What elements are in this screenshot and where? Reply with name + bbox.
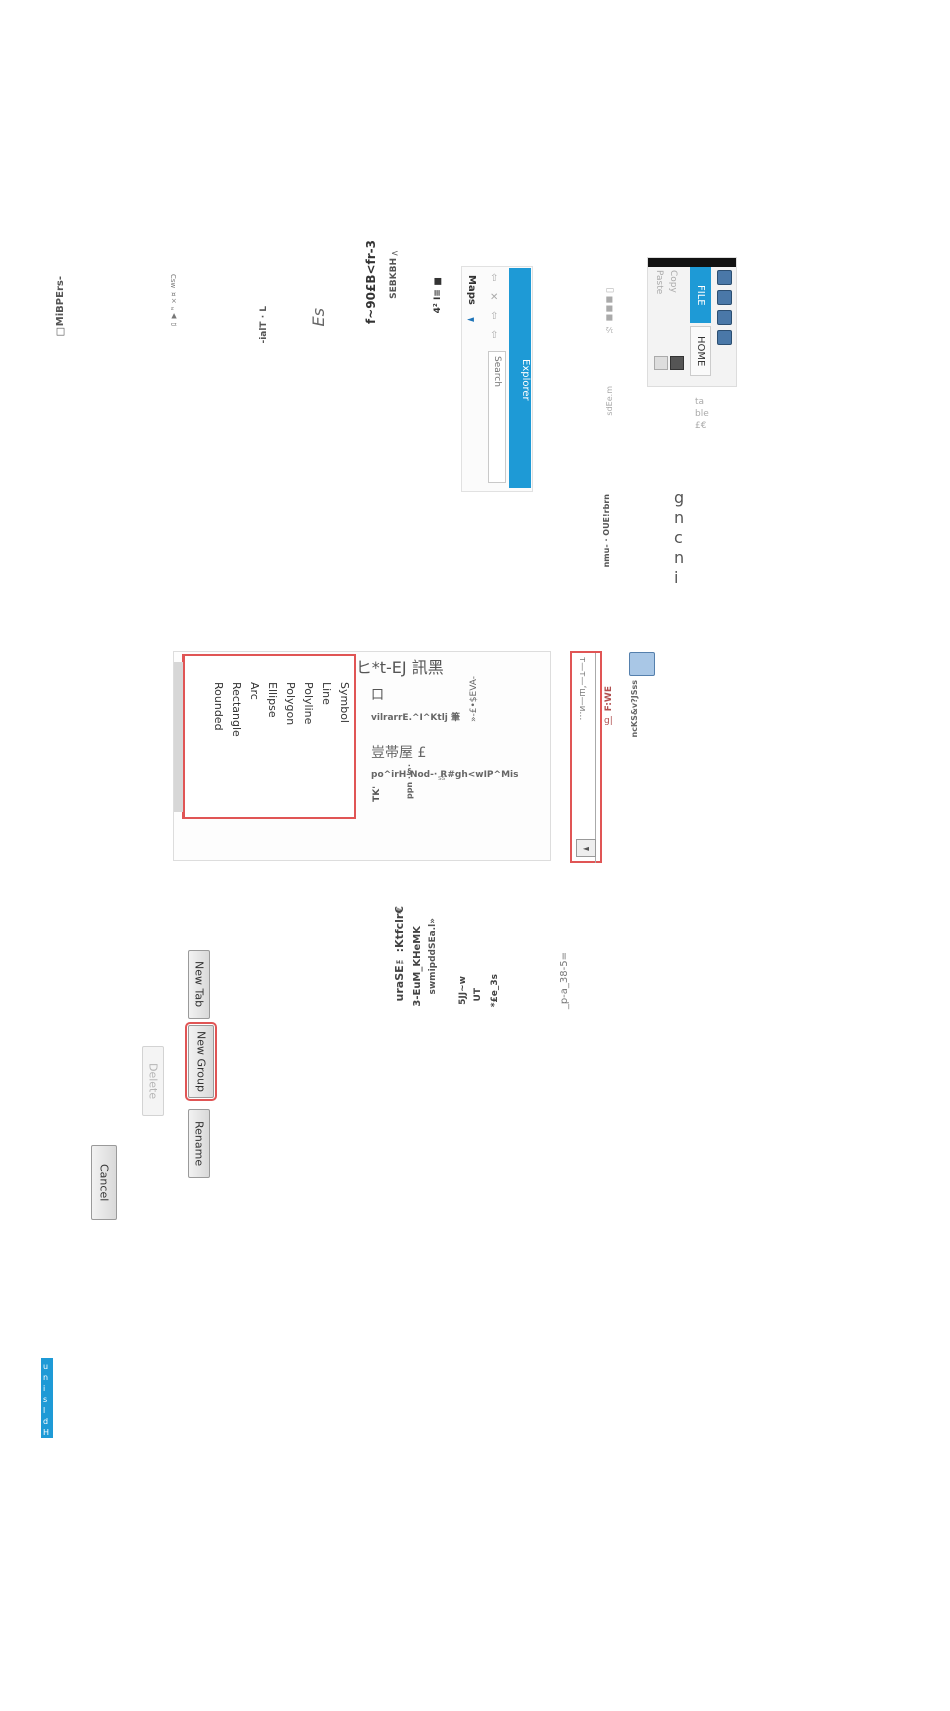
ribbon-app-icon[interactable] bbox=[716, 270, 732, 285]
nmu-label: nmu- · OUE!rbrn bbox=[602, 494, 611, 568]
list-item[interactable]: Rectangle bbox=[229, 682, 243, 792]
glyph-box: 口 bbox=[371, 688, 385, 703]
eum-label: 3-EuM_KHeMK bbox=[412, 926, 423, 1007]
ribbon-icon-column bbox=[714, 270, 734, 345]
f90-label: f~90£B<fr-3 bbox=[364, 240, 378, 324]
close-icon[interactable]: ✕ bbox=[490, 292, 498, 303]
right-list-box[interactable]: т—т—‘ш—и… ◄ bbox=[570, 651, 602, 863]
shape-panel: Cl□┴ 0ÞU ⅃ T 同 O ヒ*t-EJ 訊黑 Symbol Line P… bbox=[173, 651, 551, 861]
tab-home[interactable]: HOME bbox=[690, 326, 711, 376]
ribbon-table-icon[interactable] bbox=[716, 290, 732, 305]
smip-label: swmipddSEa.l» bbox=[428, 918, 438, 995]
list-item[interactable]: Ellipse bbox=[265, 682, 279, 792]
back-icon[interactable]: ⇧ bbox=[490, 273, 498, 284]
ss-label: ss bbox=[438, 774, 446, 782]
ut-label: UT bbox=[473, 988, 483, 1002]
shape-list-scrollbar[interactable] bbox=[174, 662, 183, 812]
tiny-top-icons: ﾛ ▼ ᴺ ×¤ bbox=[170, 292, 178, 326]
ribbon-fragment: FILE HOME Copy Paste bbox=[647, 257, 737, 387]
izm-label: 4² I≡ ■ bbox=[433, 276, 443, 314]
list-item[interactable]: Polygon bbox=[283, 682, 297, 792]
sebkbh-label: SEBKBH bbox=[389, 258, 399, 299]
copy-button[interactable]: Copy bbox=[668, 270, 678, 293]
sebk-arrow: < bbox=[391, 249, 399, 259]
ribbon-layer-icon[interactable] bbox=[716, 330, 732, 345]
cut-icon[interactable] bbox=[670, 356, 684, 370]
list-item[interactable]: Polyline bbox=[301, 682, 315, 792]
vilrarr-label: vilrarrE.^I^Ktlj 筆 bbox=[371, 713, 461, 723]
gncni-label: g n c n i M bbox=[674, 488, 686, 591]
info-badge-text: u n i s l d H M · ℹ bbox=[43, 1362, 50, 1470]
ribbon-title-bar bbox=[648, 258, 736, 267]
sjj-label: 5JJ~w bbox=[458, 976, 468, 1005]
explorer-title: Explorer bbox=[509, 268, 531, 488]
sdee-label: sdEe.m bbox=[605, 386, 614, 416]
mibpers-label: □MiBPErs- bbox=[55, 276, 66, 338]
tk-label: TK' bbox=[372, 786, 382, 802]
ribbon-left-text: ½ ■■■ ゙ bbox=[605, 288, 614, 334]
explorer-panel: Explorer ⇧ ✕ ⇧ ⇧ Maps ◄ bbox=[461, 266, 533, 492]
right-list-text: т—т—‘ш—и… bbox=[577, 657, 587, 721]
up-icon[interactable]: ⇧ bbox=[490, 330, 498, 341]
list-item[interactable]: Arc bbox=[247, 682, 261, 792]
delete-button[interactable]: Delete bbox=[142, 1046, 164, 1116]
urase-label: uraSE™:Ktfclr€ bbox=[393, 906, 406, 1002]
maps-label[interactable]: Maps bbox=[466, 275, 477, 305]
ppn-label: ppn ·§· bbox=[405, 764, 414, 800]
eva-label: »-£•$EVA- bbox=[469, 676, 479, 722]
tab-file[interactable]: FILE bbox=[690, 267, 711, 323]
clipboard-icon[interactable] bbox=[654, 356, 668, 370]
document-icon[interactable] bbox=[629, 652, 655, 676]
right-list-divider bbox=[595, 653, 596, 863]
tokenya-label: 豈帯屋 £ bbox=[371, 745, 427, 761]
shape-items: Symbol Line Polyline Polygon Ellipse Arc… bbox=[211, 682, 351, 792]
new-tab-button[interactable]: New Tab bbox=[188, 950, 210, 1019]
tiny-top-label: Csw bbox=[169, 274, 177, 289]
info-badge: u n i s l d H M · ℹ bbox=[41, 1358, 53, 1470]
list-item[interactable]: Line bbox=[319, 682, 333, 792]
ialt-label: -ialT · L bbox=[259, 306, 269, 344]
pa38-label: _p-a_38-5= bbox=[559, 952, 570, 1010]
paste-button[interactable]: Paste bbox=[654, 270, 664, 294]
fwe-label: F:WE bbox=[604, 686, 614, 712]
explorer-toolbar: ⇧ ✕ ⇧ ⇧ bbox=[490, 273, 498, 341]
es-label: Es bbox=[309, 308, 328, 327]
list-item[interactable]: Symbol bbox=[337, 682, 351, 792]
shape-type-list[interactable]: Symbol Line Polyline Polygon Ellipse Arc… bbox=[174, 654, 356, 819]
rename-button[interactable]: Rename bbox=[188, 1109, 210, 1178]
forward-icon[interactable]: ⇧ bbox=[490, 311, 498, 322]
e3s-label: *£e_3s bbox=[490, 974, 500, 1008]
ribbon-map-icon[interactable] bbox=[716, 310, 732, 325]
scroll-left-button[interactable]: ◄ bbox=[576, 839, 596, 857]
ncks-label: ncKS&v?JSss bbox=[630, 680, 639, 738]
gl-label: g| bbox=[604, 716, 613, 726]
new-group-button[interactable]: New Group bbox=[185, 1022, 217, 1101]
explorer-search-input[interactable] bbox=[488, 351, 506, 483]
table-label: ta ble £€ bbox=[695, 397, 709, 431]
cancel-button[interactable]: Cancel bbox=[91, 1145, 117, 1220]
maps-expand-icon[interactable]: ◄ bbox=[467, 315, 474, 325]
list-item[interactable]: Rounded bbox=[211, 682, 225, 792]
